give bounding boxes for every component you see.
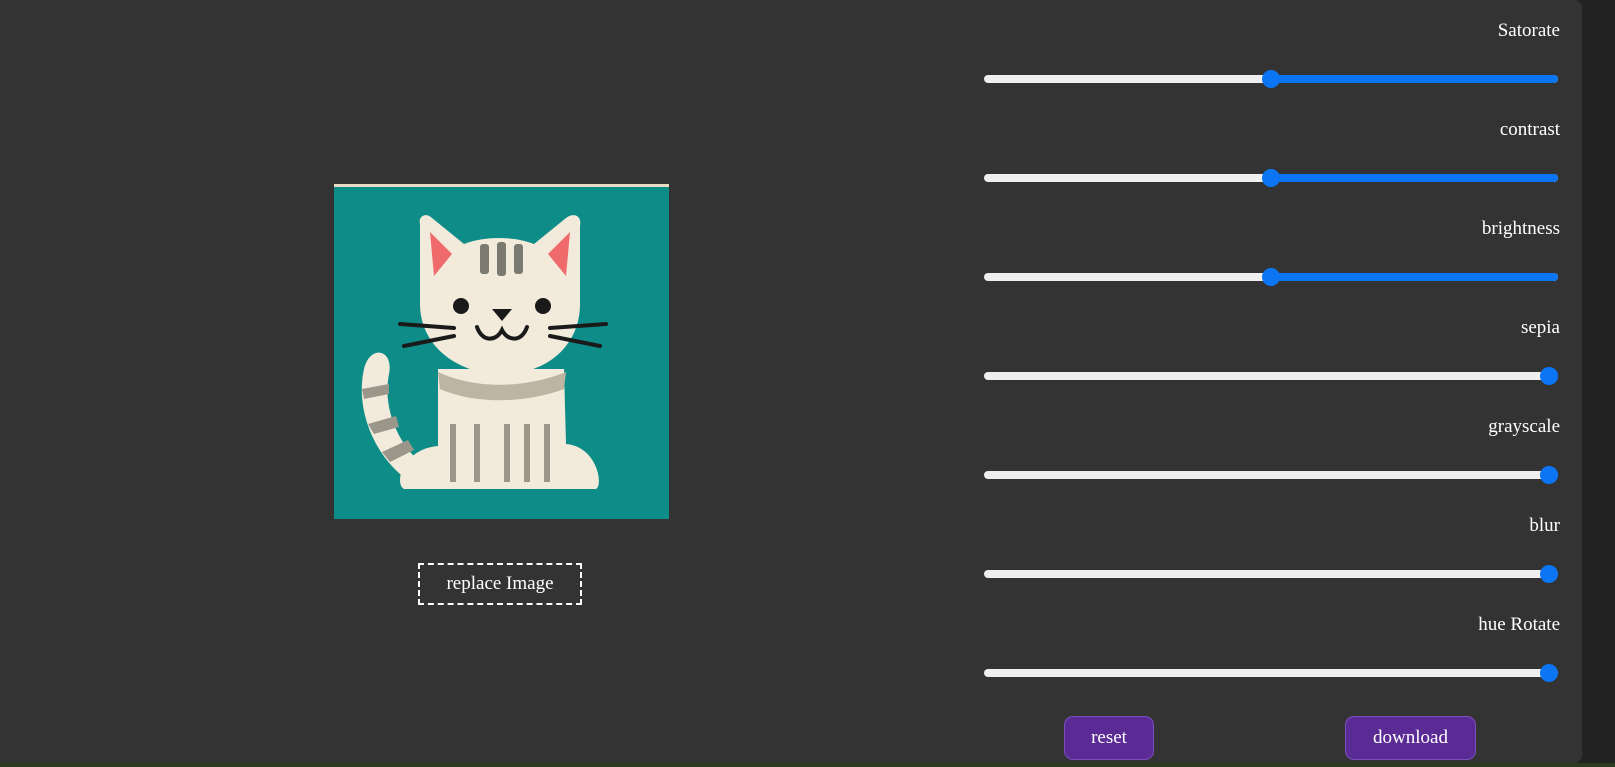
contrast-slider-thumb[interactable]: [1262, 169, 1280, 187]
reset-button[interactable]: reset: [1064, 716, 1154, 760]
sepia-track: [984, 372, 1558, 380]
sepia-label: sepia: [1520, 317, 1560, 338]
image-preview: [334, 184, 669, 519]
blur-slider-thumb[interactable]: [1540, 565, 1558, 583]
control-hue-rotate: hue Rotate: [978, 594, 1560, 693]
contrast-slider[interactable]: [984, 169, 1558, 187]
brightness-track-fill: [1271, 273, 1558, 281]
saturate-label: Satorate: [1497, 20, 1560, 41]
background-strip: [0, 763, 1615, 767]
grayscale-label: grayscale: [1488, 416, 1560, 437]
cat-illustration: [361, 215, 608, 489]
download-button[interactable]: download: [1345, 716, 1476, 760]
control-sepia: sepia: [978, 297, 1560, 396]
hue-rotate-track: [984, 669, 1558, 677]
brightness-slider-thumb[interactable]: [1262, 268, 1280, 286]
grayscale-slider[interactable]: [984, 466, 1558, 484]
brightness-label: brightness: [1481, 218, 1560, 239]
control-saturate: Satorate: [978, 0, 1560, 99]
editor-panel: replace Image Satorate contrast brightness…: [0, 0, 1582, 763]
hue-rotate-label: hue Rotate: [1478, 614, 1560, 635]
saturate-slider-thumb[interactable]: [1262, 70, 1280, 88]
saturate-track-fill: [1271, 75, 1558, 83]
contrast-track-fill: [1271, 174, 1558, 182]
hue-rotate-slider[interactable]: [984, 664, 1558, 682]
control-brightness: brightness: [978, 198, 1560, 297]
control-blur: blur: [978, 495, 1560, 594]
control-grayscale: grayscale: [978, 396, 1560, 495]
contrast-label: contrast: [1499, 119, 1560, 140]
control-contrast: contrast: [978, 99, 1560, 198]
blur-slider[interactable]: [984, 565, 1558, 583]
saturate-slider[interactable]: [984, 70, 1558, 88]
brightness-slider[interactable]: [984, 268, 1558, 286]
sepia-slider[interactable]: [984, 367, 1558, 385]
hue-rotate-slider-thumb[interactable]: [1540, 664, 1558, 682]
sepia-slider-thumb[interactable]: [1540, 367, 1558, 385]
grayscale-track: [984, 471, 1558, 479]
replace-image-button[interactable]: replace Image: [418, 563, 582, 605]
blur-track: [984, 570, 1558, 578]
blur-label: blur: [1529, 515, 1560, 536]
grayscale-slider-thumb[interactable]: [1540, 466, 1558, 484]
